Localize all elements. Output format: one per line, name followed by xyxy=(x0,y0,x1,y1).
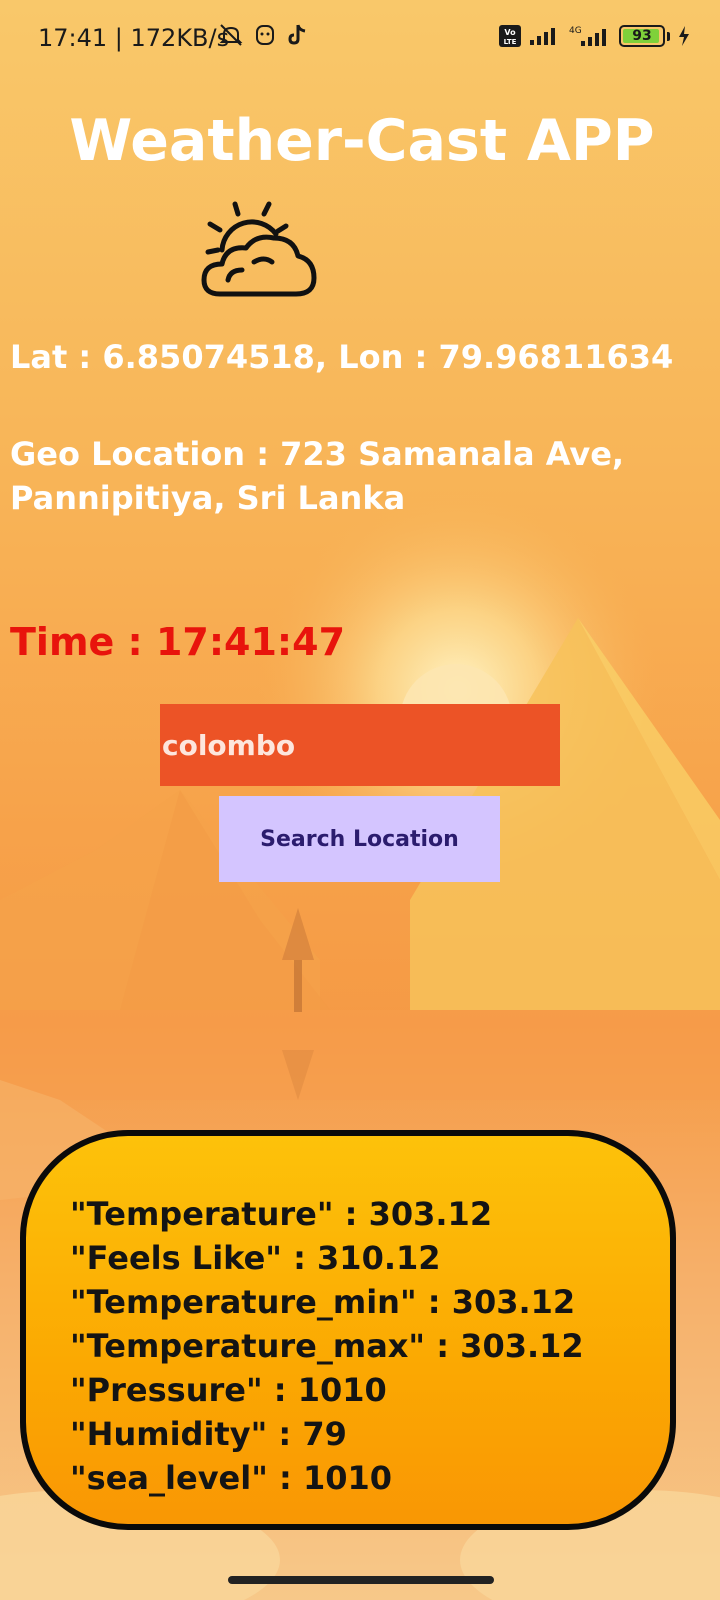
geo-location-line-2: Pannipitiya, Sri Lanka xyxy=(10,479,406,517)
battery-icon: 93 xyxy=(619,25,665,47)
search-input[interactable] xyxy=(160,704,560,786)
battery-level: 93 xyxy=(632,28,652,44)
volte-icon: Vo LTE xyxy=(499,25,521,47)
result-temperature-min: "Temperature_min" : 303.12 xyxy=(70,1283,576,1321)
signal-4g-icon: 4G xyxy=(569,26,606,46)
tiktok-icon xyxy=(288,24,306,45)
battery-tip xyxy=(667,31,670,41)
result-temperature: "Temperature" : 303.12 xyxy=(70,1195,493,1233)
result-feels-like: "Feels Like" : 310.12 xyxy=(70,1239,441,1277)
svg-text:LTE: LTE xyxy=(504,38,517,46)
svg-text:4G: 4G xyxy=(569,26,582,36)
mute-bell-icon xyxy=(219,24,243,46)
result-pressure: "Pressure" : 1010 xyxy=(70,1371,387,1409)
face-icon xyxy=(256,25,274,45)
status-bar: 17:41 | 172KB/s Vo LTE 4G 93 xyxy=(0,0,720,80)
status-notification-icons xyxy=(218,22,308,48)
search-location-button[interactable]: Search Location xyxy=(219,796,500,882)
geo-location-line-1: Geo Location : 723 Samanala Ave, xyxy=(10,435,625,473)
weather-result-list: "Temperature" : 303.12 "Feels Like" : 31… xyxy=(70,1192,584,1500)
app-title: Weather-Cast APP xyxy=(69,108,655,174)
coordinates-text: Lat : 6.85074518, Lon : 79.96811634 xyxy=(10,338,674,376)
result-temperature-max: "Temperature_max" : 303.12 xyxy=(70,1327,584,1365)
signal-icon xyxy=(530,28,555,45)
result-humidity: "Humidity" : 79 xyxy=(70,1415,347,1453)
time-text: Time : 17:41:47 xyxy=(10,620,346,664)
result-sea-level: "sea_level" : 1010 xyxy=(70,1459,393,1497)
status-system-icons: Vo LTE 4G 93 xyxy=(499,24,690,48)
status-time: 17:41 | 172KB/s xyxy=(38,24,230,52)
screen: 17:41 | 172KB/s Vo LTE 4G 93 Weather-Cas… xyxy=(0,0,720,1600)
geo-location-text: Geo Location : 723 Samanala Ave, Pannipi… xyxy=(10,432,710,520)
sun-behind-cloud-icon xyxy=(201,201,317,297)
svg-text:Vo: Vo xyxy=(504,28,516,37)
charging-icon xyxy=(679,26,689,46)
weather-result-box: "Temperature" : 303.12 "Feels Like" : 31… xyxy=(20,1130,676,1530)
home-indicator[interactable] xyxy=(228,1576,494,1584)
